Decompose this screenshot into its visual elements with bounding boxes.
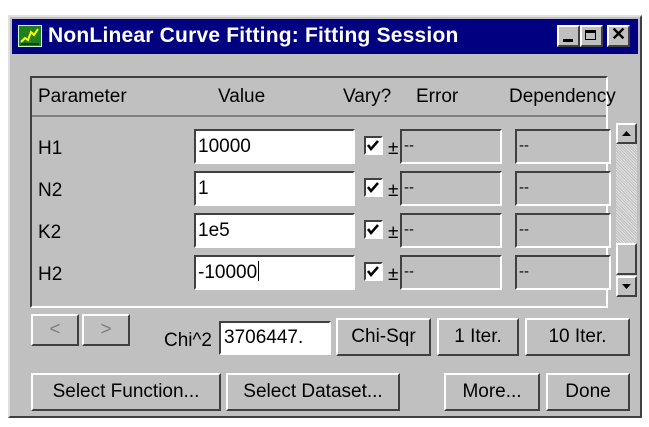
error-field: -- <box>400 213 502 248</box>
dependency-field[interactable]: -- <box>515 255 611 290</box>
param-value-field[interactable]: 10000 <box>194 129 355 164</box>
param-name: N2 <box>38 180 63 201</box>
scroll-thumb[interactable] <box>616 243 637 275</box>
plus-minus-sign: ± <box>388 222 399 243</box>
param-value-text: -10000 <box>198 262 258 283</box>
param-name: H1 <box>38 138 63 159</box>
window-title: NonLinear Curve Fitting: Fitting Session <box>48 24 459 47</box>
done-button[interactable]: Done <box>546 373 630 411</box>
header-error: Error <box>416 86 459 107</box>
vertical-scrollbar[interactable] <box>616 123 637 297</box>
vary-checkbox[interactable] <box>364 178 383 197</box>
error-field: -- <box>400 129 502 164</box>
prev-page-button[interactable]: < <box>31 314 79 346</box>
dependency-field[interactable]: -- <box>515 129 611 164</box>
dependency-field[interactable]: -- <box>515 213 611 248</box>
error-field: -- <box>400 255 502 290</box>
title-bar[interactable]: NonLinear Curve Fitting: Fitting Session… <box>12 19 638 54</box>
checkmark-icon <box>367 182 379 193</box>
ten-iterations-button[interactable]: 10 Iter. <box>525 318 630 356</box>
param-name: H2 <box>38 264 63 285</box>
param-value-field[interactable]: 1e5 <box>194 213 355 248</box>
select-dataset-button[interactable]: Select Dataset... <box>226 373 400 411</box>
maximize-icon <box>585 30 596 40</box>
header-dependency: Dependency <box>509 86 616 107</box>
chi-square-value: 3706447. <box>219 321 331 355</box>
header-vary: Vary? <box>343 86 392 107</box>
scroll-down-button[interactable] <box>616 276 637 297</box>
param-value-field[interactable]: -10000 <box>194 255 355 290</box>
curve-fit-app-icon[interactable] <box>18 25 42 47</box>
next-page-button[interactable]: > <box>82 314 130 346</box>
header-divider <box>32 115 606 117</box>
scroll-down-arrow-icon <box>622 284 631 289</box>
vary-checkbox[interactable] <box>364 220 383 239</box>
parameter-table: Parameter Value Vary? Error Dependency H… <box>30 76 637 308</box>
close-button[interactable]: ✕ <box>607 24 630 47</box>
error-field: -- <box>400 171 502 206</box>
chi-sqr-button[interactable]: Chi-Sqr <box>336 318 431 356</box>
vary-checkbox[interactable] <box>364 262 383 281</box>
chi-square-label: Chi^2 <box>164 330 212 351</box>
header-value: Value <box>218 86 266 107</box>
plus-minus-sign: ± <box>388 138 399 159</box>
minimize-icon <box>563 39 573 42</box>
plus-minus-sign: ± <box>388 264 399 285</box>
more-button[interactable]: More... <box>444 373 540 411</box>
nonlinear-fit-window: NonLinear Curve Fitting: Fitting Session… <box>8 15 642 418</box>
param-name: K2 <box>38 222 62 243</box>
minimize-button[interactable] <box>557 25 580 47</box>
checkmark-icon <box>367 140 379 151</box>
text-caret <box>258 261 260 281</box>
checkmark-icon <box>367 224 379 235</box>
maximize-button[interactable] <box>580 25 603 47</box>
one-iteration-button[interactable]: 1 Iter. <box>437 318 519 356</box>
close-icon: ✕ <box>610 24 627 44</box>
scroll-up-button[interactable] <box>616 123 637 144</box>
plus-minus-sign: ± <box>388 180 399 201</box>
checkmark-icon <box>367 266 379 277</box>
header-parameter: Parameter <box>38 86 127 107</box>
param-value-field[interactable]: 1 <box>194 171 355 206</box>
select-function-button[interactable]: Select Function... <box>31 373 221 411</box>
scroll-up-arrow-icon <box>622 131 631 136</box>
vary-checkbox[interactable] <box>364 136 383 155</box>
dependency-field[interactable]: -- <box>515 171 611 206</box>
